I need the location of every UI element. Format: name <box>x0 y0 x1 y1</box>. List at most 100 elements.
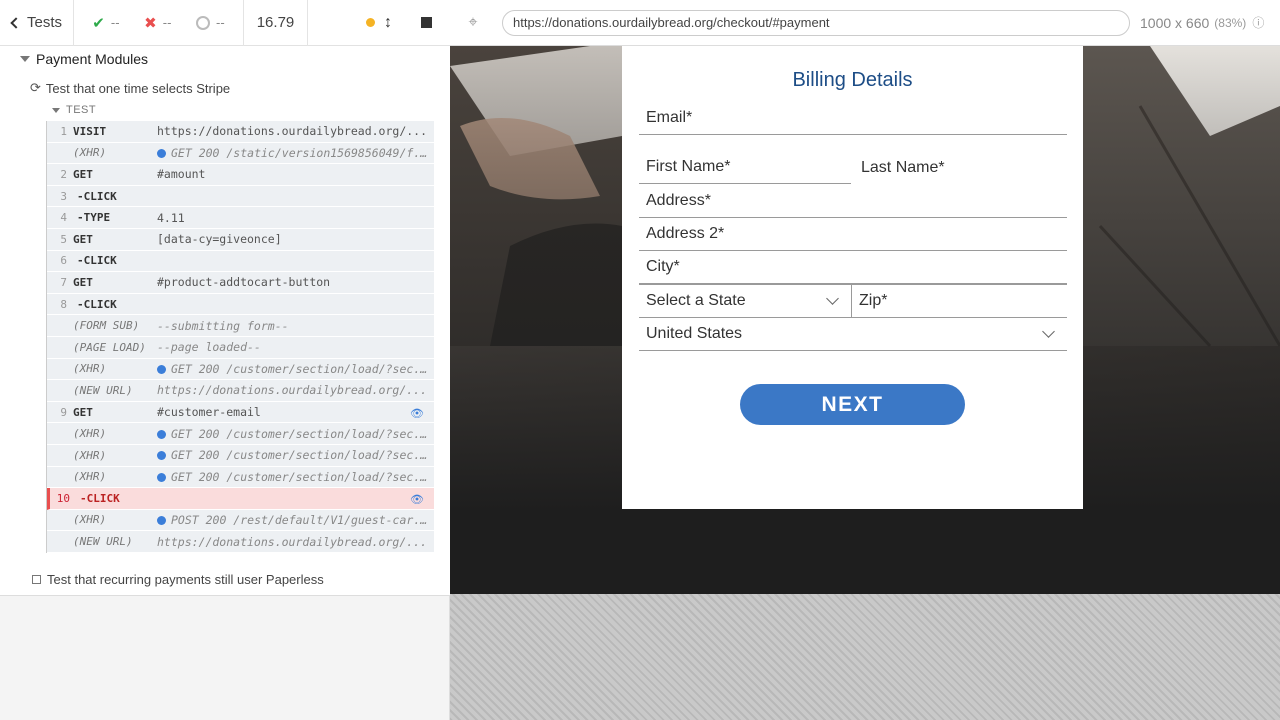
command-number: 1 <box>60 124 67 138</box>
command-number: 4 <box>60 211 67 225</box>
command-list: 1 VISIT https://donations.ourdailybread.or… <box>46 121 434 553</box>
command-row[interactable]: (XHR) GET 200 /customer/section/load/?sec… <box>47 358 434 381</box>
autoscroll-icon[interactable]: ↕ <box>381 14 395 32</box>
command-message-text: --submitting form-- <box>157 318 289 333</box>
command-number: 7 <box>60 275 67 289</box>
chevron-left-icon <box>10 16 22 29</box>
tests-button[interactable]: Tests <box>0 0 74 46</box>
command-row[interactable]: (NEW URL) https://donations.ourdailybread… <box>47 531 434 553</box>
stop-icon[interactable] <box>421 17 432 28</box>
zip-field[interactable]: Zip* <box>852 284 1067 318</box>
x-icon: ✖ <box>144 14 157 32</box>
command-name: (XHR) <box>73 146 107 160</box>
command-row[interactable]: (XHR) GET 200 /customer/section/load/?sec… <box>47 466 434 489</box>
viewport-overflow-area <box>450 594 1280 720</box>
command-row[interactable]: 7 GET #product-addtocart-button <box>47 272 434 294</box>
command-name: (FORM SUB) <box>73 319 140 333</box>
command-message-text: https://donations.ourdailybread.org/... <box>157 534 428 549</box>
command-row[interactable]: 5 GET [data-cy=giveonce] <box>47 228 434 251</box>
command-row[interactable]: 10 -CLICK 👁 <box>47 488 434 510</box>
aut-frame: Billing Details Email* First Name* Last … <box>450 46 1280 594</box>
command-row[interactable]: (NEW URL) https://donations.ourdailybread… <box>47 380 434 402</box>
chevron-down-icon <box>1042 325 1055 338</box>
address-placeholder: Address* <box>646 192 711 209</box>
passed-count: -- <box>110 15 120 30</box>
command-message: https://donations.ourdailybread.org/... <box>157 535 434 549</box>
command-row[interactable]: 1 VISIT https://donations.ourdailybread.or… <box>47 121 434 143</box>
zip-placeholder: Zip* <box>859 292 888 309</box>
command-message: GET 200 /customer/section/load/?sec... <box>157 362 434 376</box>
address2-field[interactable]: Address 2* <box>639 218 1067 251</box>
command-number: 2 <box>60 167 67 181</box>
test-recurring-paperless[interactable]: Test that recurring payments still user … <box>32 572 324 587</box>
email-placeholder: Email* <box>646 109 693 126</box>
billing-card: Billing Details Email* First Name* Last … <box>622 46 1083 509</box>
command-name: -TYPE <box>77 211 111 225</box>
suite-payment-modules[interactable]: Payment Modules <box>20 51 148 67</box>
command-name: (PAGE LOAD) <box>73 340 146 354</box>
country-select[interactable]: United States <box>639 318 1067 351</box>
command-row[interactable]: (XHR) POST 200 /rest/default/V1/guest-car… <box>47 509 434 532</box>
address-field[interactable]: Address* <box>639 185 1067 218</box>
command-message: https://donations.ourdailybread.org/... <box>157 124 434 138</box>
test-one-time-stripe[interactable]: ⟳ Test that one time selects Stripe <box>30 80 230 96</box>
last-name-field[interactable]: Last Name* <box>854 151 1067 184</box>
command-row[interactable]: (FORM SUB) --submitting form-- <box>47 315 434 337</box>
command-message-text: GET 200 /customer/section/load/?sec... <box>171 361 434 376</box>
pending-ring-icon <box>196 15 211 30</box>
command-row[interactable]: 8 -CLICK <box>47 293 434 316</box>
command-message-text: GET 200 /customer/section/load/?sec... <box>171 448 434 463</box>
first-name-field[interactable]: First Name* <box>639 151 851 184</box>
command-name: (XHR) <box>73 362 107 376</box>
command-message: POST 200 /rest/default/V1/guest-car... <box>157 513 434 527</box>
command-row[interactable]: 4 -TYPE 4.11 <box>47 207 434 229</box>
command-number: 5 <box>60 232 67 246</box>
pending-stat: -- <box>196 15 225 30</box>
command-message: --submitting form-- <box>157 319 434 333</box>
command-number: 6 <box>60 254 67 268</box>
command-name: (XHR) <box>73 448 107 462</box>
country-value: United States <box>646 325 743 342</box>
info-icon[interactable]: ⓘ <box>1252 14 1264 31</box>
xhr-status-dot-icon <box>157 451 166 461</box>
command-row[interactable]: 9 GET #customer-email 👁 <box>47 401 434 424</box>
viewport-size: 1000 x 660 <box>1140 14 1210 31</box>
command-message: GET 200 /customer/section/load/?sec... <box>157 448 434 462</box>
hook-label: TEST <box>66 104 97 116</box>
xhr-status-dot-icon <box>157 472 166 482</box>
url-text: https://donations.ourdailybread.org/chec… <box>513 15 830 30</box>
state-select[interactable]: Select a State <box>639 284 852 318</box>
run-controls: ↕ <box>308 0 450 46</box>
failed-stat: ✖ -- <box>144 14 171 32</box>
command-row[interactable]: 6 -CLICK <box>47 250 434 273</box>
command-name: (XHR) <box>73 427 107 441</box>
selector-playground-icon[interactable]: ⌖ <box>450 14 496 32</box>
command-message: #product-addtocart-button <box>157 275 434 289</box>
command-row[interactable]: (XHR) GET 200 /customer/section/load/?sec… <box>47 423 434 445</box>
command-message-text: #amount <box>157 167 206 182</box>
next-button[interactable]: NEXT <box>740 384 965 425</box>
xhr-status-dot-icon <box>157 148 166 158</box>
command-message-text: GET 200 /customer/section/load/?sec... <box>171 426 434 441</box>
command-number: 10 <box>56 491 70 505</box>
email-field[interactable]: Email* <box>639 102 1067 135</box>
command-message: [data-cy=giveonce] <box>157 232 434 246</box>
command-row[interactable]: (PAGE LOAD) --page loaded-- <box>47 336 434 359</box>
reporter-header: Tests ✔ -- ✖ -- -- 16.79 ↕ <box>0 0 450 46</box>
suite-title: Payment Modules <box>36 51 149 67</box>
hook-test[interactable]: TEST <box>52 104 96 116</box>
tests-label: Tests <box>27 14 63 31</box>
city-field[interactable]: City* <box>639 251 1067 284</box>
command-name: (NEW URL) <box>73 535 133 549</box>
command-message-text: --page loaded-- <box>157 340 261 355</box>
caret-down-icon <box>52 107 60 113</box>
visibility-eye-icon: 👁 <box>410 407 424 420</box>
command-row[interactable]: 2 GET #amount <box>47 164 434 186</box>
url-bar[interactable]: https://donations.ourdailybread.org/chec… <box>502 9 1130 36</box>
command-row[interactable]: 3 -CLICK <box>47 185 434 208</box>
command-row[interactable]: (XHR) GET 200 /static/version1569856049/f… <box>47 142 434 165</box>
refresh-icon: ⟳ <box>30 80 41 95</box>
command-message-text: 4.11 <box>157 210 185 225</box>
command-row[interactable]: (XHR) GET 200 /customer/section/load/?sec… <box>47 444 434 467</box>
command-message: --page loaded-- <box>157 340 434 354</box>
